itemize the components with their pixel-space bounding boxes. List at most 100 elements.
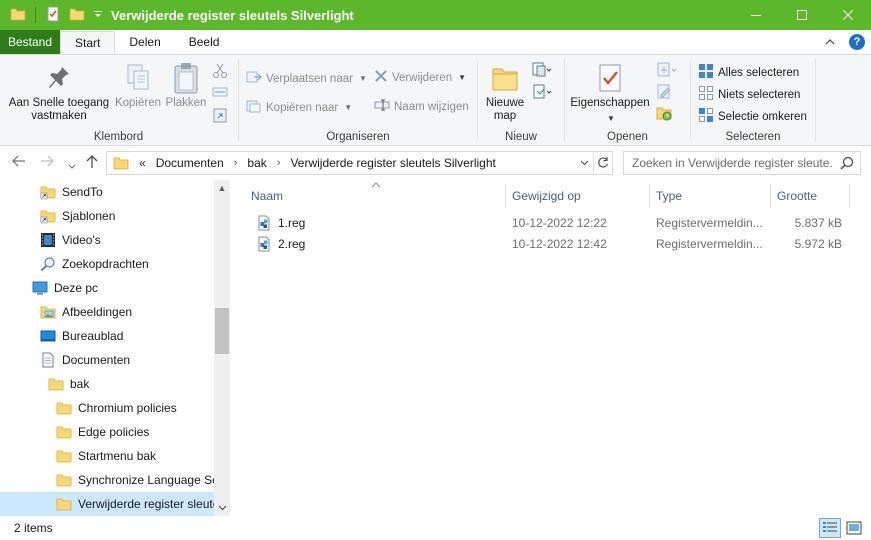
search-icon[interactable] <box>840 156 854 173</box>
status-bar: 2 items <box>0 516 871 540</box>
up-arrow-icon[interactable] <box>86 155 98 172</box>
refresh-icon[interactable] <box>594 157 612 169</box>
invert-selection-button[interactable]: Selectie omkeren <box>698 107 807 126</box>
group-nieuw: Nieuwe map Nieuw <box>479 55 563 146</box>
forward-arrow-icon[interactable] <box>40 155 54 170</box>
select-all-button[interactable]: Alles selecteren <box>698 63 799 82</box>
group-label-selecteren: Selecteren <box>725 131 781 143</box>
file-row[interactable]: 2.reg 10-12-2022 12:42 Registervermeldin… <box>246 233 856 254</box>
breadcrumb-bak[interactable]: bak <box>247 156 266 170</box>
help-icon[interactable]: ? <box>849 34 865 50</box>
scroll-down-arrow-icon[interactable] <box>214 500 230 516</box>
tree-item-bureaublad[interactable]: Bureaublad <box>0 324 214 348</box>
select-none-button[interactable]: Niets selecteren <box>698 85 800 104</box>
chevron-down-icon: ▼ <box>358 74 367 83</box>
search-input[interactable] <box>632 156 832 170</box>
move-to-icon <box>246 69 262 88</box>
select-none-icon <box>698 85 714 104</box>
rename-button[interactable]: Naam wijzigen <box>374 98 469 115</box>
tree-item-documenten[interactable]: Documenten <box>0 348 214 372</box>
new-folder-button[interactable]: Nieuwe map <box>481 61 529 123</box>
cut-button[interactable] <box>212 63 228 82</box>
breadcrumb-overflow[interactable]: « <box>139 156 146 170</box>
large-icons-view-button[interactable] <box>843 518 865 538</box>
paste-button[interactable]: Plakken <box>162 61 210 110</box>
new-folder-icon[interactable] <box>69 6 85 25</box>
address-bar[interactable]: « Documenten › bak › Verwijderde registe… <box>106 151 613 175</box>
search-box[interactable] <box>623 151 861 175</box>
pin-quick-access-button[interactable]: Aan Snelle toegang vastmaken <box>6 61 112 123</box>
computer-icon <box>32 280 48 296</box>
tree-item-afbeeldingen[interactable]: Afbeeldingen <box>0 300 214 324</box>
file-modified: 10-12-2022 12:22 <box>512 215 607 230</box>
tab-start[interactable]: Start <box>60 31 116 54</box>
tab-share[interactable]: Delen <box>115 30 174 54</box>
qat-dropdown-icon[interactable] <box>93 8 103 22</box>
copy-to-label: Kopiëren naar <box>266 101 339 114</box>
address-controls <box>575 152 612 174</box>
tree-item-startmenu-bak[interactable]: Startmenu bak <box>0 444 214 468</box>
column-header-size[interactable]: Grootte <box>771 184 849 208</box>
invert-selection-icon <box>698 107 714 126</box>
nav-scrollbar-thumb[interactable] <box>215 308 229 354</box>
column-header-name[interactable]: Naam <box>245 184 505 208</box>
history-icon <box>656 105 672 124</box>
tree-item-sjablonen[interactable]: Sjablonen <box>0 204 214 228</box>
open-button[interactable] <box>656 61 678 82</box>
tree-item-label: bak <box>70 377 90 391</box>
tree-item-synchronize-language[interactable]: Synchronize Language Se <box>0 468 214 492</box>
clipboard-icon <box>173 61 199 95</box>
new-item-button[interactable] <box>531 61 553 82</box>
group-label-openen: Openen <box>607 131 648 143</box>
chevron-right-icon[interactable]: › <box>234 157 238 169</box>
nav-scrollbar[interactable]: ▲ <box>214 180 230 516</box>
easy-access-button[interactable] <box>531 83 553 104</box>
tree-item-videos[interactable]: Video's <box>0 228 214 252</box>
file-name-cell: 1.reg <box>256 212 506 233</box>
group-label-klembord: Klembord <box>93 131 144 143</box>
copy-to-button[interactable]: Kopiëren naar ▼ <box>246 98 352 117</box>
tree-item-label: Zoekopdrachten <box>62 257 149 271</box>
breadcrumb-documenten[interactable]: Documenten <box>156 156 224 170</box>
tree-item-bak[interactable]: bak <box>0 372 214 396</box>
chevron-right-icon[interactable]: › <box>277 157 281 169</box>
easy-access-icon <box>531 83 553 104</box>
back-arrow-icon[interactable] <box>12 155 26 170</box>
tab-file[interactable]: Bestand <box>0 30 61 54</box>
large-icons-view-icon <box>846 521 862 535</box>
details-view-button[interactable] <box>819 518 841 538</box>
maximize-button[interactable] <box>779 0 825 30</box>
group-openen: Eigenschappen ▼ Openen <box>566 55 689 146</box>
properties-button[interactable]: Eigenschappen ▼ <box>568 61 652 125</box>
close-button[interactable] <box>825 0 871 30</box>
properties-label: Eigenschappen <box>570 97 650 109</box>
tree-item-zoekopdrachten[interactable]: Zoekopdrachten <box>0 252 214 276</box>
scroll-up-arrow-icon[interactable]: ▲ <box>214 180 230 196</box>
column-header-type[interactable]: Type <box>650 184 770 208</box>
recent-locations-chevron-icon[interactable] <box>68 158 76 173</box>
copy-path-button[interactable] <box>212 85 228 102</box>
file-row[interactable]: 1.reg 10-12-2022 12:22 Registervermeldin… <box>246 212 856 233</box>
paste-shortcut-button[interactable] <box>212 107 228 126</box>
properties-icon[interactable] <box>45 6 61 25</box>
column-divider[interactable] <box>849 184 850 208</box>
tree-item-edge-policies[interactable]: Edge policies <box>0 420 214 444</box>
tree-item-verwijderde-register[interactable]: Verwijderde register sleute <box>0 492 214 516</box>
folder-icon[interactable] <box>10 6 26 25</box>
tree-item-deze-pc[interactable]: Deze pc <box>0 276 214 300</box>
chevron-up-icon[interactable] <box>825 35 835 49</box>
address-history-chevron-icon[interactable] <box>575 160 593 166</box>
tree-item-sendto[interactable]: SendTo <box>0 180 214 204</box>
tree-item-chromium-policies[interactable]: Chromium policies <box>0 396 214 420</box>
minimize-button[interactable] <box>733 0 779 30</box>
group-selecteren: Alles selecteren Niets selecteren Select… <box>692 55 814 146</box>
copy-button[interactable]: Kopiëren <box>114 61 162 110</box>
column-header-modified[interactable]: Gewijzigd op <box>506 184 649 208</box>
edit-button[interactable] <box>656 83 672 102</box>
breadcrumb-current[interactable]: Verwijderde register sleutels Silverligh… <box>290 156 495 170</box>
move-to-button[interactable]: Verplaatsen naar ▼ <box>246 69 367 88</box>
tab-view[interactable]: Beeld <box>175 30 234 54</box>
navigation-bar: « Documenten › bak › Verwijderde registe… <box>0 147 871 180</box>
delete-button[interactable]: Verwijderen ▼ <box>374 69 466 86</box>
history-button[interactable] <box>656 105 672 124</box>
